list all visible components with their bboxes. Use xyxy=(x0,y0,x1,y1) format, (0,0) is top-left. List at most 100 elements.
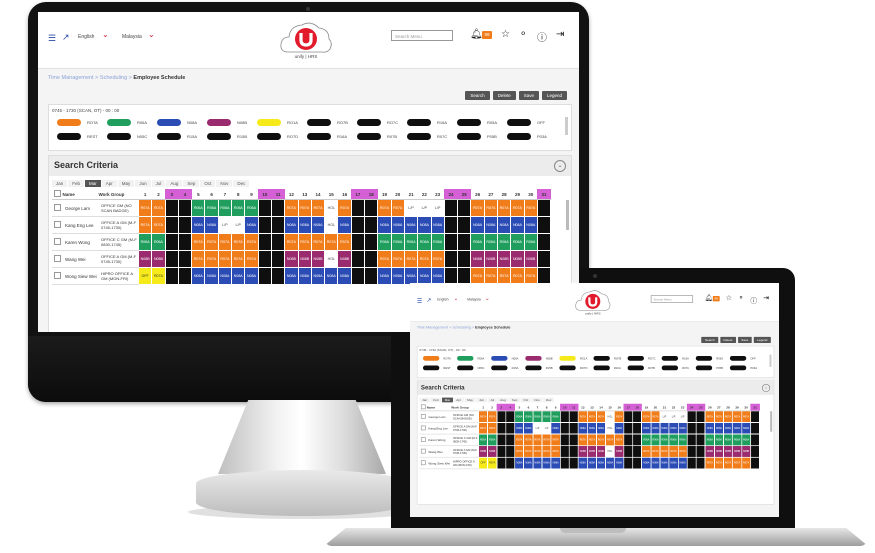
shift-cell[interactable] xyxy=(750,456,761,470)
shift-cell[interactable]: N08A xyxy=(614,422,625,435)
shift-cell[interactable] xyxy=(632,410,643,423)
shift-cell[interactable]: N08A xyxy=(403,267,419,285)
shift-cell[interactable]: L/P xyxy=(217,216,233,234)
shift-cell[interactable] xyxy=(270,216,286,234)
shift-cell[interactable] xyxy=(496,410,507,423)
shift-cell[interactable]: N08A xyxy=(523,456,534,470)
shift-cell[interactable] xyxy=(164,250,179,268)
shift-cell[interactable]: R07A xyxy=(483,267,499,285)
shift-cell[interactable]: N08A xyxy=(541,456,552,470)
table-row[interactable]: Kang Eng Lee OFFICE A GM (M-F 0745-1730) R… xyxy=(52,216,552,234)
shift-cell[interactable]: R07A xyxy=(523,445,534,458)
shift-cell[interactable]: R07A xyxy=(641,445,652,458)
month-tab-jul[interactable]: Jul xyxy=(487,397,497,403)
legend-scrollbar[interactable] xyxy=(769,354,772,367)
shift-cell[interactable] xyxy=(496,456,507,470)
shift-cell[interactable]: R07A xyxy=(523,267,538,285)
shift-cell[interactable]: N08A xyxy=(337,216,352,234)
table-row[interactable]: Wang Wei OFFICE A GM (M-F 0745-1730) N08B N… xyxy=(52,250,552,268)
shift-cell[interactable]: R07A xyxy=(723,456,733,470)
shift-cell[interactable]: N08B xyxy=(151,250,166,268)
country-select[interactable]: Malaysia xyxy=(122,34,142,40)
logout-icon[interactable]: ⇥ xyxy=(763,295,769,303)
shift-cell[interactable]: N08A xyxy=(403,216,419,234)
shift-cell[interactable] xyxy=(623,410,634,423)
shift-cell[interactable]: N08A xyxy=(659,456,670,470)
shift-cell[interactable]: N08B xyxy=(614,445,625,458)
shift-cell[interactable]: N08A xyxy=(510,216,525,234)
chart-icon[interactable]: ↗ xyxy=(62,32,70,43)
shift-cell[interactable]: N08B xyxy=(483,250,499,268)
shift-cell[interactable]: R07A xyxy=(377,199,392,217)
shift-cell[interactable]: R07A xyxy=(390,199,405,217)
shift-cell[interactable]: L/P xyxy=(668,410,679,423)
shift-cell[interactable]: OFF xyxy=(137,267,153,285)
shift-cell[interactable] xyxy=(632,422,643,435)
month-tab-may[interactable]: May xyxy=(117,180,135,187)
shift-cell[interactable]: HOL xyxy=(324,216,339,234)
shift-cell[interactable] xyxy=(270,267,286,285)
month-tab-dec[interactable]: Dec xyxy=(543,397,555,403)
shift-cell[interactable] xyxy=(443,267,459,285)
shift-cell[interactable]: R07A xyxy=(151,216,166,234)
shift-cell[interactable]: R07A xyxy=(244,233,259,251)
shift-cell[interactable]: N08A xyxy=(514,422,525,435)
shift-cell[interactable] xyxy=(457,233,472,251)
shift-cell[interactable]: N08A xyxy=(523,216,538,234)
shift-cell[interactable]: N08A xyxy=(650,456,661,470)
shift-cell[interactable] xyxy=(257,233,272,251)
shift-cell[interactable] xyxy=(568,445,579,458)
shift-cell[interactable] xyxy=(686,433,697,447)
shift-cell[interactable]: R07A xyxy=(403,250,419,268)
shift-cell[interactable]: R07A xyxy=(204,250,219,268)
shift-cell[interactable]: N08B xyxy=(523,250,538,268)
month-tab-aug[interactable]: Aug xyxy=(166,180,183,187)
shift-cell[interactable]: R07A xyxy=(550,433,561,447)
shift-cell[interactable] xyxy=(257,199,272,217)
shift-cell[interactable]: N08B xyxy=(510,250,525,268)
shift-cell[interactable]: N08A xyxy=(217,267,233,285)
shift-cell[interactable]: R07A xyxy=(478,410,488,423)
shift-cell[interactable] xyxy=(623,422,634,435)
shift-cell[interactable]: R07A xyxy=(337,233,352,251)
shift-cell[interactable]: R06A xyxy=(483,233,499,251)
collapse-toggle-icon[interactable]: ⌄ xyxy=(554,160,566,172)
shift-cell[interactable]: R07A xyxy=(650,445,661,458)
shift-cell[interactable]: R06A xyxy=(403,233,419,251)
shift-cell[interactable]: N08A xyxy=(596,456,606,470)
shift-cell[interactable]: R07A xyxy=(650,410,661,423)
shift-cell[interactable]: R07A xyxy=(487,456,498,470)
month-tab-jan[interactable]: Jan xyxy=(419,397,430,403)
search-menu-input[interactable]: Search Menu xyxy=(650,295,694,303)
shift-cell[interactable]: R06A xyxy=(470,233,485,251)
hamburger-menu-icon[interactable]: ☰ xyxy=(48,33,56,44)
shift-cell[interactable]: R07A xyxy=(487,422,498,435)
search-menu-input[interactable]: Search Menu xyxy=(391,30,453,41)
chart-icon[interactable]: ↗ xyxy=(426,297,431,305)
shift-cell[interactable]: OFF xyxy=(478,456,488,470)
shift-cell[interactable] xyxy=(568,422,579,435)
logout-icon[interactable]: ⇥ xyxy=(556,29,564,40)
language-select[interactable]: English xyxy=(78,34,94,40)
shift-cell[interactable]: R06A xyxy=(497,233,512,251)
shift-cell[interactable]: R07A xyxy=(137,216,153,234)
month-tab-oct[interactable]: Oct xyxy=(200,180,216,187)
shift-cell[interactable] xyxy=(505,456,516,470)
shift-cell[interactable]: N08A xyxy=(587,456,597,470)
shift-cell[interactable]: R06A xyxy=(151,233,166,251)
shift-cell[interactable] xyxy=(686,456,697,470)
shift-cell[interactable]: N08A xyxy=(614,456,625,470)
month-tab-dec[interactable]: Dec xyxy=(233,180,250,187)
shift-cell[interactable] xyxy=(364,199,379,217)
shift-cell[interactable]: N08A xyxy=(191,267,206,285)
shift-cell[interactable]: N08A xyxy=(284,267,299,285)
country-select[interactable]: Malaysia xyxy=(467,298,480,302)
shift-cell[interactable] xyxy=(177,267,193,285)
shift-cell[interactable]: N08A xyxy=(550,456,561,470)
shift-cell[interactable] xyxy=(695,456,706,470)
row-checkbox[interactable] xyxy=(419,422,428,435)
shift-cell[interactable] xyxy=(559,422,570,435)
shift-cell[interactable] xyxy=(686,422,697,435)
chevron-down-icon[interactable]: ⌄ xyxy=(102,30,109,39)
shift-cell[interactable]: L/P xyxy=(532,422,543,435)
